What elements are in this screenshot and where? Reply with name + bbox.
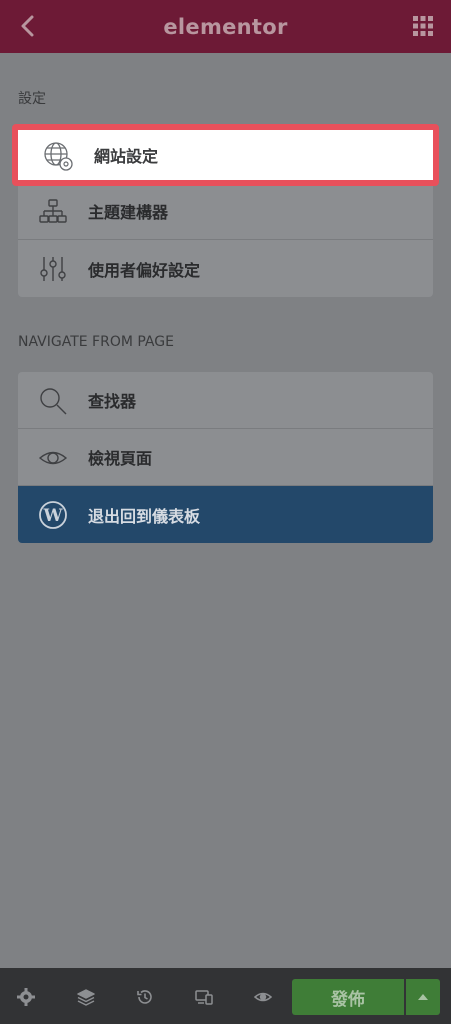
history-button[interactable]: [131, 983, 159, 1011]
menu-item-exit-to-dashboard[interactable]: W 退出回到儀表板: [18, 486, 433, 543]
settings-section-title: 設定: [18, 91, 46, 107]
menu-item-theme-builder[interactable]: 主題建構器: [18, 183, 433, 240]
globe-gear-icon: [44, 142, 73, 171]
eye-icon: [254, 992, 272, 1002]
menu-item-label: 使用者偏好設定: [88, 260, 201, 280]
svg-text:W: W: [42, 506, 63, 526]
menu-item-finder[interactable]: 查找器: [18, 372, 433, 429]
menu-item-label: 網站設定: [94, 147, 159, 166]
sitemap-icon: [39, 199, 67, 223]
navigate-section-title: NAVIGATE FROM PAGE: [18, 334, 174, 350]
menu-item-label: 退出回到儀表板: [88, 506, 201, 526]
wordpress-icon: W: [39, 501, 67, 529]
settings-button[interactable]: [12, 983, 40, 1011]
devices-icon: [195, 990, 213, 1005]
eye-icon: [38, 451, 68, 465]
layers-icon: [77, 989, 95, 1006]
caret-up-icon: [418, 994, 428, 1000]
menu-item-label: 查找器: [88, 392, 137, 411]
apps-menu-button[interactable]: [405, 8, 441, 44]
navigate-menu: 查找器 檢視頁面 W 退出回到儀表板: [18, 372, 433, 543]
gear-icon: [17, 988, 35, 1006]
back-button[interactable]: [10, 8, 46, 44]
search-icon: [40, 388, 67, 415]
chevron-left-icon: [21, 15, 34, 37]
elementor-logo: elementor: [163, 14, 288, 39]
publish-options-button[interactable]: [406, 979, 440, 1015]
navigator-button[interactable]: [72, 983, 100, 1011]
menu-item-user-preferences[interactable]: 使用者偏好設定: [18, 240, 433, 297]
top-bar: elementor: [0, 0, 451, 53]
highlighted-site-settings-item[interactable]: 網站設定: [12, 124, 439, 186]
responsive-mode-button[interactable]: [190, 983, 218, 1011]
menu-item-label: 檢視頁面: [88, 449, 153, 468]
publish-button[interactable]: 發佈: [292, 979, 404, 1015]
grid-icon: [413, 16, 433, 36]
menu-item-view-page[interactable]: 檢視頁面: [18, 429, 433, 486]
history-icon: [137, 990, 152, 1004]
menu-item-label: 主題建構器: [88, 203, 169, 222]
preview-button[interactable]: [249, 983, 277, 1011]
sliders-icon: [40, 257, 66, 281]
